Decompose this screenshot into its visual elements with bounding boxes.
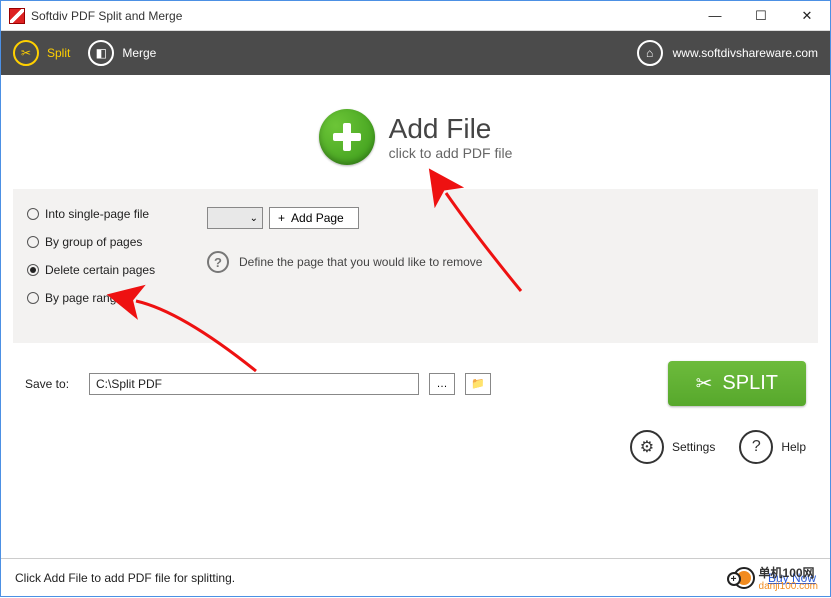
app-icon: [9, 8, 25, 24]
open-folder-button[interactable]: 📁: [465, 373, 491, 395]
help-button[interactable]: ? Help: [739, 430, 806, 464]
add-file-icon: [319, 109, 375, 165]
scissors-icon: ✂: [696, 371, 713, 396]
save-path-input[interactable]: [89, 373, 419, 395]
question-icon: ?: [207, 251, 229, 273]
page-dropdown[interactable]: ⌄: [207, 207, 263, 229]
save-to-label: Save to:: [25, 377, 79, 391]
settings-button[interactable]: ⚙ Settings: [630, 430, 715, 464]
gear-icon: ⚙: [630, 430, 664, 464]
merge-icon: ◧: [88, 40, 114, 66]
website-link[interactable]: ⌂ www.softdivshareware.com: [637, 40, 818, 66]
watermark-brand: 单机100网: [759, 564, 818, 581]
add-file-subtitle: click to add PDF file: [389, 145, 513, 161]
split-tab-label: Split: [47, 46, 70, 60]
footer-buttons: ⚙ Settings ? Help: [1, 414, 830, 464]
scissors-icon: ✂: [13, 40, 39, 66]
merge-tab[interactable]: ◧ Merge: [88, 40, 156, 66]
website-label: www.softdivshareware.com: [673, 46, 818, 60]
status-bar: Click Add File to add PDF file for split…: [1, 558, 830, 596]
radio-group-pages[interactable]: By group of pages: [27, 235, 207, 249]
config-area: ⌄ + Add Page ? Define the page that you …: [207, 207, 804, 319]
watermark-url: danji100.com: [759, 581, 818, 592]
home-icon: ⌂: [637, 40, 663, 66]
question-icon: ?: [739, 430, 773, 464]
plus-icon: +: [278, 211, 285, 225]
add-file-title: Add File: [389, 113, 513, 145]
title-bar: Softdiv PDF Split and Merge — ☐ ✕: [1, 1, 830, 31]
browse-button[interactable]: …: [429, 373, 455, 395]
merge-tab-label: Merge: [122, 46, 156, 60]
split-button-label: SPLIT: [722, 372, 778, 395]
add-page-button[interactable]: + Add Page: [269, 207, 359, 229]
options-panel: Into single-page file By group of pages …: [13, 189, 818, 343]
minimize-button[interactable]: —: [692, 1, 738, 30]
add-file-text: Add File click to add PDF file: [389, 113, 513, 161]
hint-row: ? Define the page that you would like to…: [207, 251, 804, 273]
watermark-icon: +: [733, 567, 755, 589]
hint-text: Define the page that you would like to r…: [239, 255, 482, 269]
add-file-area[interactable]: Add File click to add PDF file: [1, 75, 830, 189]
settings-label: Settings: [672, 440, 715, 454]
main-toolbar: ✂ Split ◧ Merge ⌂ www.softdivshareware.c…: [1, 31, 830, 75]
window-title: Softdiv PDF Split and Merge: [31, 9, 692, 23]
split-button[interactable]: ✂ SPLIT: [668, 361, 806, 406]
watermark: + 单机100网 danji100.com: [733, 564, 818, 592]
radio-single-page[interactable]: Into single-page file: [27, 207, 207, 221]
split-tab[interactable]: ✂ Split: [13, 40, 70, 66]
window-controls: — ☐ ✕: [692, 1, 830, 30]
close-button[interactable]: ✕: [784, 1, 830, 30]
maximize-button[interactable]: ☐: [738, 1, 784, 30]
add-page-label: Add Page: [291, 211, 344, 225]
radio-page-range[interactable]: By page range: [27, 291, 207, 305]
status-text: Click Add File to add PDF file for split…: [15, 571, 235, 585]
help-label: Help: [781, 440, 806, 454]
radio-delete-pages[interactable]: Delete certain pages: [27, 263, 207, 277]
save-row: Save to: … 📁 ✂ SPLIT: [1, 343, 830, 414]
split-mode-radios: Into single-page file By group of pages …: [27, 207, 207, 319]
